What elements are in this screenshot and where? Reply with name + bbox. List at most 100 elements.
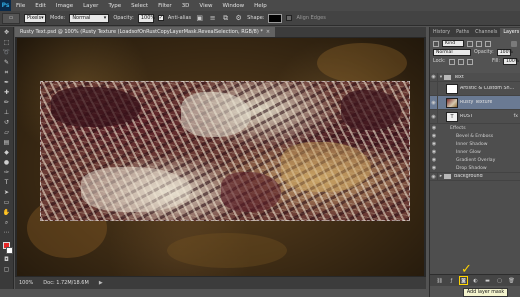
add-layer-style-icon[interactable]: ƒ xyxy=(448,277,455,284)
document-canvas[interactable] xyxy=(17,38,424,276)
geometry-options-icon[interactable]: ⚙ xyxy=(234,14,243,23)
shape-tool-icon[interactable]: ▭ xyxy=(2,199,12,207)
path-selection-tool-icon[interactable]: ➤ xyxy=(2,189,12,197)
hand-tool-icon[interactable]: ✋ xyxy=(2,209,12,217)
new-layer-icon[interactable]: ▢ xyxy=(496,277,503,284)
mode-select[interactable]: Normal ▾ xyxy=(69,13,110,23)
crop-tool-icon[interactable]: ⌗ xyxy=(2,69,12,77)
menu-3d[interactable]: 3D xyxy=(177,3,195,9)
effect-inner-glow[interactable]: ◉ Inner Glow xyxy=(430,148,520,156)
menu-file[interactable]: File xyxy=(11,3,30,9)
visibility-eye-icon[interactable]: ◉ xyxy=(430,124,438,132)
type-tool-icon[interactable]: T xyxy=(2,179,12,187)
pen-tool-icon[interactable]: ✑ xyxy=(2,169,12,177)
menu-layer[interactable]: Layer xyxy=(78,3,103,9)
path-arrangement-icon[interactable]: ⧉ xyxy=(221,14,230,23)
history-brush-tool-icon[interactable]: ↺ xyxy=(2,119,12,127)
eraser-tool-icon[interactable]: ▱ xyxy=(2,129,12,137)
visibility-eye-icon[interactable]: ◉ xyxy=(430,96,438,109)
visibility-eye-icon[interactable] xyxy=(430,82,438,95)
visibility-eye-icon[interactable]: ◉ xyxy=(430,156,438,164)
preset-select[interactable]: Pixels ▾ xyxy=(24,13,46,23)
visibility-eye-icon[interactable]: ◉ xyxy=(430,173,438,180)
visibility-eye-icon[interactable]: ◉ xyxy=(430,132,438,140)
layer-group-text[interactable]: ◉ ▾ Text xyxy=(430,73,520,82)
menu-type[interactable]: Type xyxy=(103,3,126,9)
blend-row: Normal Opacity: 100% xyxy=(430,48,520,57)
effect-drop-shadow[interactable]: ◉ Drop Shadow xyxy=(430,164,520,172)
rectangular-marquee-icon[interactable]: ▭ xyxy=(2,12,20,24)
more-tools-icon[interactable]: ⋯ xyxy=(2,229,12,237)
link-layers-icon[interactable]: ⛓ xyxy=(436,277,443,284)
menu-select[interactable]: Select xyxy=(126,3,153,9)
brush-tool-icon[interactable]: ✏ xyxy=(2,99,12,107)
marquee-tool-icon[interactable]: ⬚ xyxy=(2,39,12,47)
adjustment-layer-icon[interactable]: ◐ xyxy=(472,277,479,284)
visibility-eye-icon[interactable]: ◉ xyxy=(430,140,438,148)
tab-paths[interactable]: Paths xyxy=(453,28,472,37)
pixel-filter-icon[interactable] xyxy=(467,40,473,47)
blur-tool-icon[interactable]: ◆ xyxy=(2,149,12,157)
effect-gradient-overlay[interactable]: ◉ Gradient Overlay xyxy=(430,156,520,164)
layer-opacity-field[interactable]: 100% xyxy=(496,49,513,56)
visibility-eye-icon[interactable]: ◉ xyxy=(430,148,438,156)
lock-pixels-icon[interactable] xyxy=(448,58,455,65)
visibility-eye-icon[interactable]: ◉ xyxy=(430,73,438,81)
lock-all-icon[interactable] xyxy=(466,58,473,65)
menu-edit[interactable]: Edit xyxy=(30,3,51,9)
lasso-tool-icon[interactable]: ➰ xyxy=(2,49,12,57)
effect-inner-shadow[interactable]: ◉ Inner Shadow xyxy=(430,140,520,148)
layer-rust-text[interactable]: ◉ T RUST fx xyxy=(430,110,520,124)
blend-mode-select[interactable]: Normal xyxy=(433,49,471,56)
close-icon[interactable]: × xyxy=(266,29,270,35)
background-color-swatch[interactable] xyxy=(6,247,13,254)
menu-help[interactable]: Help xyxy=(249,3,272,9)
align-edges-checkbox[interactable] xyxy=(286,15,293,21)
shape-swatch[interactable] xyxy=(268,13,283,23)
zoom-level[interactable]: 100% xyxy=(19,280,33,286)
lock-position-icon[interactable] xyxy=(457,58,464,65)
trash-icon[interactable]: 🗑 xyxy=(508,277,515,284)
tab-channels[interactable]: Channels xyxy=(472,28,500,37)
filter-toggle[interactable] xyxy=(511,40,517,47)
layer-artistic-custom[interactable]: Artistic & Custom Sh... xyxy=(430,82,520,96)
screen-mode-icon[interactable]: ▢ xyxy=(2,266,12,274)
eyedropper-tool-icon[interactable]: ✒ xyxy=(2,79,12,87)
path-alignment-icon[interactable]: ≡ xyxy=(208,14,217,23)
effects-header[interactable]: ◉ Effects xyxy=(430,124,520,132)
checkmark-icon: ✓ xyxy=(461,262,472,277)
fill-field[interactable]: 100% xyxy=(503,58,519,65)
quick-select-tool-icon[interactable]: ✎ xyxy=(2,59,12,67)
healing-brush-tool-icon[interactable]: ✚ xyxy=(2,89,12,97)
type-filter-icon[interactable] xyxy=(485,40,491,47)
gradient-tool-icon[interactable]: ▤ xyxy=(2,139,12,147)
menu-image[interactable]: Image xyxy=(51,3,78,9)
layer-rusty-texture[interactable]: ◉ Rusty Texture xyxy=(430,96,520,110)
document-tab[interactable]: Rusty Text.psd @ 100% (Rusty Texture (Lo… xyxy=(15,27,276,37)
dodge-tool-icon[interactable]: ● xyxy=(2,159,12,167)
filter-kind-select[interactable]: Kind xyxy=(442,40,464,47)
visibility-eye-icon[interactable]: ◉ xyxy=(430,164,438,172)
effect-name: Inner Glow xyxy=(456,149,481,155)
tab-history[interactable]: History xyxy=(430,28,453,37)
status-menu-arrow-icon[interactable]: ▶ xyxy=(99,280,103,286)
layer-group-background[interactable]: ◉ ▸ Background xyxy=(430,172,520,181)
path-operations-icon[interactable]: ▣ xyxy=(195,14,204,23)
adjustment-filter-icon[interactable] xyxy=(476,40,482,47)
move-tool-icon[interactable]: ✥ xyxy=(2,29,12,37)
new-group-icon[interactable]: ▬ xyxy=(484,277,491,284)
layer-effects-badge[interactable]: fx xyxy=(514,114,520,119)
antialias-label: Anti-alias xyxy=(167,15,192,21)
clone-stamp-tool-icon[interactable]: ⊥ xyxy=(2,109,12,117)
visibility-eye-icon[interactable]: ◉ xyxy=(430,110,438,123)
effect-bevel-emboss[interactable]: ◉ Bevel & Emboss xyxy=(430,132,520,140)
zoom-tool-icon[interactable]: ⌕ xyxy=(2,219,12,227)
add-layer-mask-icon[interactable]: ◙ xyxy=(459,276,468,285)
opacity-field[interactable]: 100% xyxy=(137,13,155,23)
menu-window[interactable]: Window xyxy=(217,3,249,9)
menu-view[interactable]: View xyxy=(194,3,217,9)
tab-layers[interactable]: Layers xyxy=(500,28,520,37)
menu-filter[interactable]: Filter xyxy=(153,3,177,9)
antialias-checkbox[interactable]: ✓ xyxy=(157,15,164,21)
quick-mask-icon[interactable]: ◘ xyxy=(2,256,12,264)
